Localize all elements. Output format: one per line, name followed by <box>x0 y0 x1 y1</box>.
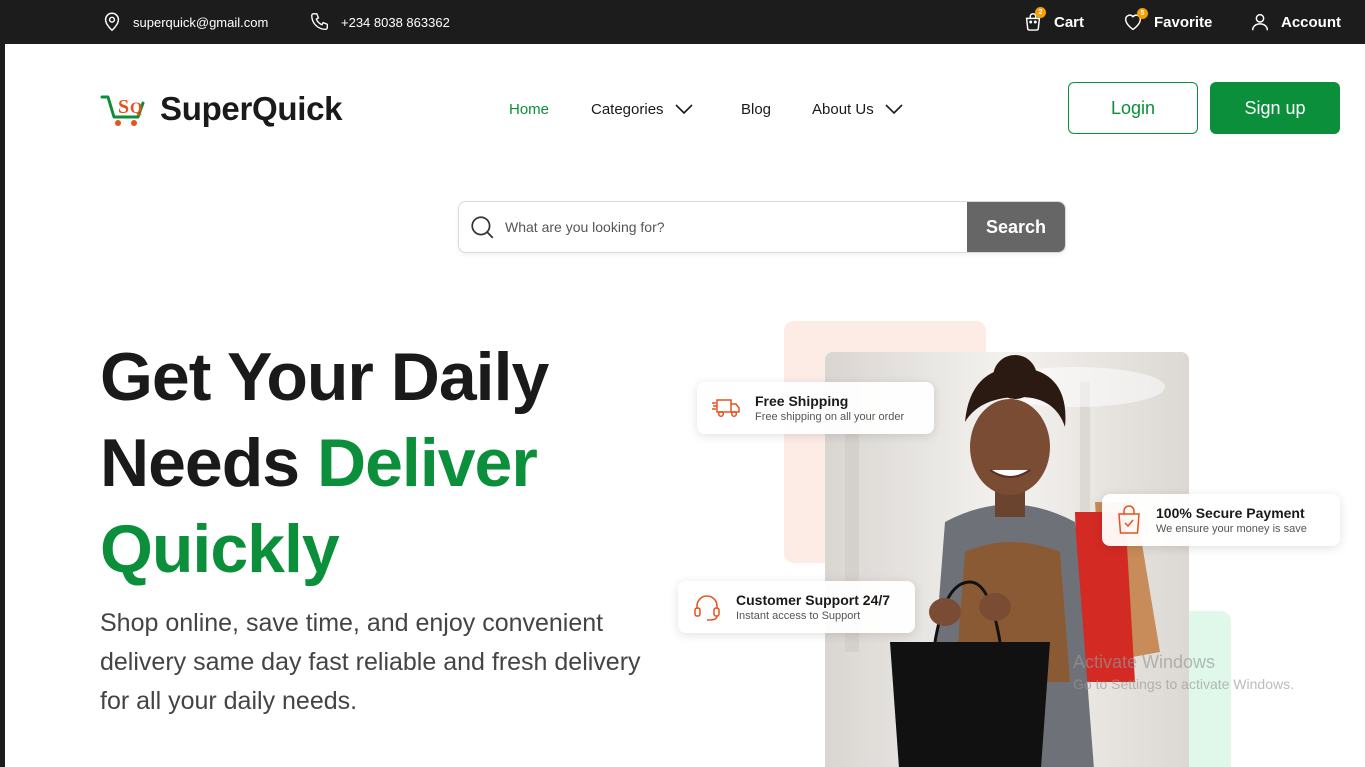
email-contact[interactable]: superquick@gmail.com <box>101 0 268 44</box>
nav-home[interactable]: Home <box>509 99 549 119</box>
feature-payment-title: 100% Secure Payment <box>1156 505 1305 521</box>
hero-title: Get Your Daily Needs Deliver Quickly <box>100 334 549 592</box>
signup-button[interactable]: Sign up <box>1210 82 1340 134</box>
cart-logo-icon: S Q <box>100 95 145 126</box>
feature-shipping-subtitle: Free shipping on all your order <box>755 411 905 423</box>
favorite-count-badge: 5 <box>1137 8 1148 19</box>
feature-support-subtitle: Instant access to Support <box>736 610 861 622</box>
feature-support-title: Customer Support 24/7 <box>736 592 891 608</box>
cart-icon-wrap: 2 <box>1022 7 1046 33</box>
search-input[interactable] <box>505 202 967 252</box>
search-bar: Search <box>458 201 1066 253</box>
nav-home-label: Home <box>509 100 550 118</box>
search-icon <box>459 202 505 252</box>
truck-icon <box>712 399 740 418</box>
hero-line-2-dark: Needs <box>100 425 317 501</box>
login-button[interactable]: Login <box>1068 82 1198 134</box>
hero-subtitle: Shop online, save time, and enjoy conven… <box>100 609 641 715</box>
nav-blog[interactable]: Blog <box>741 99 771 119</box>
logo[interactable]: S Q SuperQuick <box>100 90 343 128</box>
account-label: Account <box>1281 13 1341 31</box>
feature-card-payment: 100% Secure Payment We ensure your money… <box>1102 494 1340 546</box>
feature-card-support: Customer Support 24/7 Instant access to … <box>678 581 915 633</box>
svg-text:S: S <box>118 96 129 118</box>
phone-contact[interactable]: +234 8038 863362 <box>309 0 450 44</box>
location-pin-icon <box>104 12 120 32</box>
windows-watermark-text: Go to Settings to activate Windows. <box>1073 676 1294 692</box>
cart-link[interactable]: 2 Cart <box>1022 0 1084 44</box>
hero-line-2: Needs Deliver <box>100 420 548 506</box>
feature-card-shipping: Free Shipping Free shipping on all your … <box>697 382 934 434</box>
nav-categories-label: Categories <box>591 100 664 118</box>
hero-line-2-green: Deliver <box>317 425 538 501</box>
phone-text: +234 8038 863362 <box>341 14 450 30</box>
top-bar: superquick@gmail.com +234 8038 863362 2 … <box>0 0 1365 44</box>
hero-line-1: Get Your Daily <box>100 339 549 415</box>
nav-about[interactable]: About Us <box>812 99 904 119</box>
svg-text:Q: Q <box>130 100 142 117</box>
cart-label: Cart <box>1054 13 1085 31</box>
windows-watermark-title: Activate Windows <box>1073 652 1216 672</box>
account-link[interactable]: Account <box>1249 0 1341 44</box>
user-icon <box>1251 13 1269 31</box>
feature-shipping-title: Free Shipping <box>755 393 849 409</box>
nav-blog-label: Blog <box>741 100 772 118</box>
cart-count-badge: 2 <box>1035 7 1046 18</box>
nav-categories[interactable]: Categories <box>591 99 694 119</box>
page: S Q SuperQuick Home Categories Blog Abou… <box>5 44 1365 767</box>
favorite-label: Favorite <box>1154 13 1213 31</box>
hero-line-3: Quickly <box>100 511 340 587</box>
nav-about-label: About Us <box>812 100 874 118</box>
email-text: superquick@gmail.com <box>133 14 269 30</box>
shopping-bag-icon <box>1118 505 1140 534</box>
feature-payment-subtitle: We ensure your money is save <box>1156 523 1307 535</box>
favorite-icon-wrap: 5 <box>1122 8 1148 33</box>
chevron-down-icon <box>674 104 693 115</box>
brand-name: SuperQuick <box>160 90 343 127</box>
chevron-down-icon <box>885 104 903 115</box>
phone-icon <box>311 13 329 31</box>
search-button[interactable]: Search <box>967 202 1065 252</box>
headset-icon <box>694 595 720 621</box>
favorite-link[interactable]: 5 Favorite <box>1122 0 1212 44</box>
